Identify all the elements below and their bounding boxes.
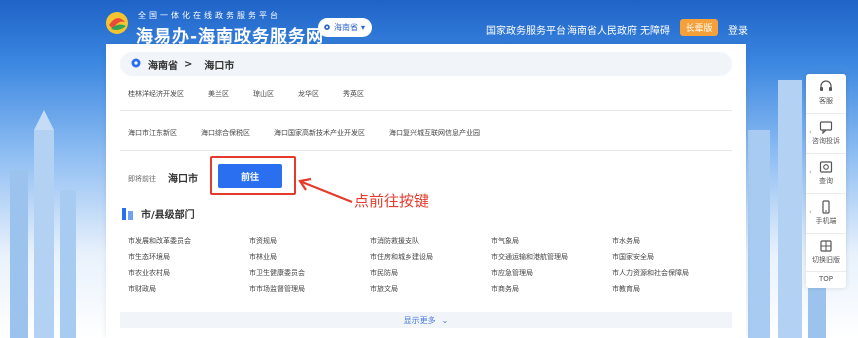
department-item[interactable]: 市消防救援支队: [370, 236, 491, 246]
district-list-row2: 海口市江东新区 海口综合保税区 海口国家高新技术产业开发区 海口复兴城互联网信息…: [128, 128, 504, 138]
department-item[interactable]: 市发展和改革委员会: [128, 236, 249, 246]
chevron-down-icon: ⌄: [441, 315, 449, 325]
divider: [806, 193, 846, 194]
annotation-text: 点前往按键: [354, 192, 430, 210]
elder-mode-button[interactable]: 长辈版: [680, 19, 718, 36]
department-item[interactable]: 市农业农村局: [128, 268, 249, 278]
district-item[interactable]: 龙华区: [298, 89, 319, 99]
region-selector[interactable]: 海南省 ▾: [318, 18, 372, 37]
divider: [806, 153, 846, 154]
departments-title: 市/县级部门: [141, 210, 195, 221]
breadcrumb-separator: >: [184, 58, 193, 70]
back-to-top-label: TOP: [818, 275, 833, 283]
tool-label: 客服: [819, 97, 833, 105]
site-logo[interactable]: [104, 10, 130, 36]
divider: [806, 271, 846, 272]
site-header: 全国一体化在线政务服务平台 海易办-海南政务服务网 海南省 ▾ 国家政务服务平台…: [0, 0, 858, 47]
breadcrumb: 海南省 > 海口市: [120, 52, 732, 76]
tool-switch-old-version[interactable]: 切换旧版: [806, 239, 846, 265]
department-item[interactable]: 市水务局: [612, 236, 728, 246]
link-hainan-government[interactable]: 海南省人民政府: [567, 22, 637, 37]
floating-toolbar: 客服 ‹ 咨询投诉 ‹ 查询 ‹ 手机端 切换旧版 TOP: [806, 74, 846, 288]
phone-icon: [822, 200, 830, 214]
location-pin-icon: [131, 58, 141, 68]
divider: [120, 150, 732, 151]
goto-label: 即将前往: [128, 175, 156, 183]
district-item[interactable]: 琼山区: [253, 89, 274, 99]
show-more-label: 显示更多: [403, 315, 436, 325]
department-item[interactable]: 市林业局: [249, 252, 370, 262]
headset-icon: [820, 80, 832, 91]
tool-customer-service[interactable]: 客服: [806, 80, 846, 106]
breadcrumb-city: 海口市: [204, 60, 235, 72]
show-more-button[interactable]: 显示更多 ⌄: [120, 312, 732, 328]
department-item[interactable]: 市民防局: [370, 268, 491, 278]
annotation-arrow-icon: [298, 177, 353, 204]
chat-icon: [819, 121, 833, 134]
switch-icon: [820, 240, 832, 252]
building-icon: [122, 207, 133, 220]
department-item[interactable]: 市国家安全局: [612, 252, 728, 262]
district-list-row1: 桂林洋经济开发区 美兰区 琼山区 龙华区 秀英区: [128, 89, 388, 99]
divider: [806, 113, 846, 114]
city-skyline-left: [10, 110, 76, 338]
department-item[interactable]: 市气象局: [491, 236, 612, 246]
site-subtitle: 全国一体化在线政务服务平台: [138, 11, 281, 20]
department-list: 市发展和改革委员会 市资规局 市消防救援支队 市气象局 市水务局 市生态环境局 …: [128, 236, 728, 294]
breadcrumb-province[interactable]: 海南省: [148, 57, 178, 72]
tool-label: 咨询投诉: [812, 137, 840, 145]
tool-label: 手机端: [815, 217, 837, 225]
departments-heading: 市/县级部门: [122, 206, 195, 221]
department-item[interactable]: 市市场监督管理局: [249, 284, 370, 294]
chevron-down-icon: ▾: [361, 23, 366, 32]
district-item[interactable]: 海口国家高新技术产业开发区: [274, 128, 365, 138]
location-pin-icon: [324, 23, 330, 30]
back-to-top-button[interactable]: TOP: [806, 275, 846, 283]
department-item[interactable]: 市人力资源和社会保障局: [612, 268, 728, 278]
link-accessibility[interactable]: 无障碍: [640, 22, 670, 37]
department-item[interactable]: 市商务局: [491, 284, 612, 294]
link-national-platform[interactable]: 国家政务服务平台: [486, 22, 566, 37]
goto-city: 海口市: [168, 174, 198, 185]
department-item[interactable]: 市交通运输和港航管理局: [491, 252, 612, 262]
district-item[interactable]: 海口市江东新区: [128, 128, 177, 138]
district-item[interactable]: 美兰区: [208, 89, 229, 99]
department-item[interactable]: 市教育局: [612, 284, 728, 294]
department-item[interactable]: 市财政局: [128, 284, 249, 294]
region-selector-label: 海南省: [334, 23, 358, 32]
district-item[interactable]: 海口综合保税区: [201, 128, 250, 138]
tool-label: 切换旧版: [812, 256, 840, 264]
tool-label: 查询: [819, 177, 833, 185]
tool-query[interactable]: 查询: [806, 160, 846, 186]
highlight-box: [210, 156, 296, 195]
district-item[interactable]: 秀英区: [343, 89, 364, 99]
tool-mobile[interactable]: 手机端: [806, 200, 846, 226]
department-item[interactable]: 市应急管理局: [491, 268, 612, 278]
search-icon: [819, 161, 833, 173]
department-item[interactable]: 市旅文局: [370, 284, 491, 294]
district-item[interactable]: 海口复兴城互联网信息产业园: [389, 128, 480, 138]
divider: [120, 110, 732, 111]
department-item[interactable]: 市生态环境局: [128, 252, 249, 262]
tool-consult-complaint[interactable]: 咨询投诉: [806, 120, 846, 146]
department-item[interactable]: 市卫生健康委员会: [249, 268, 370, 278]
department-item[interactable]: 市资规局: [249, 236, 370, 246]
department-item[interactable]: 市住房和城乡建设局: [370, 252, 491, 262]
divider: [806, 233, 846, 234]
login-link[interactable]: 登录: [728, 22, 748, 37]
district-item[interactable]: 桂林洋经济开发区: [128, 89, 184, 99]
